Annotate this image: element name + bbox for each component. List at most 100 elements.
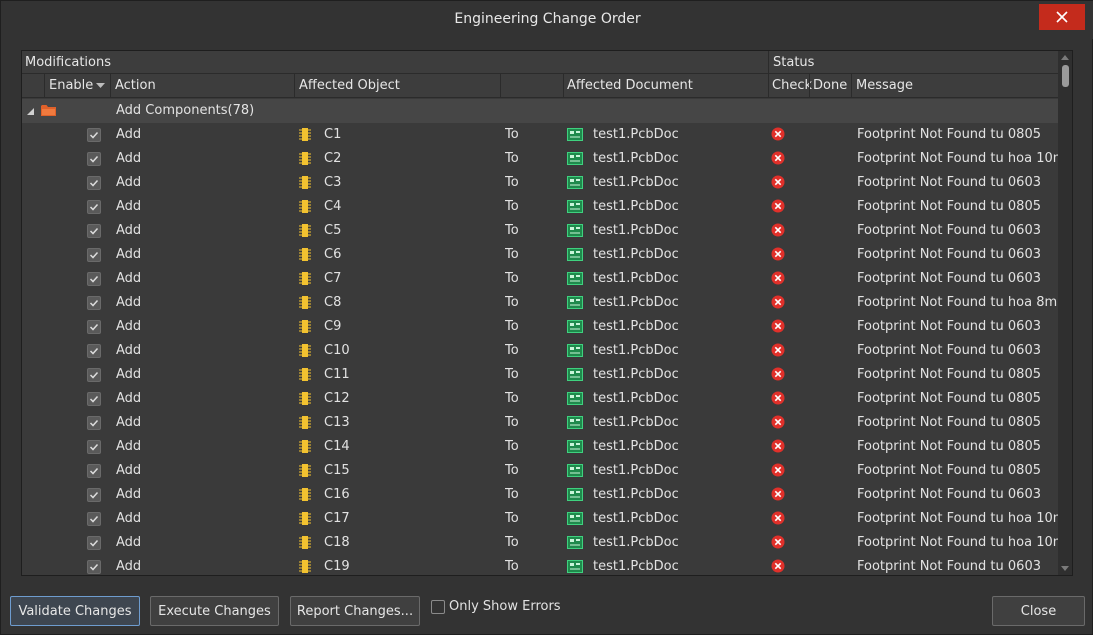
enable-checkbox[interactable]	[87, 152, 101, 166]
pcb-document-icon	[567, 128, 583, 141]
column-enable[interactable]: Enable	[46, 74, 93, 97]
enable-checkbox[interactable]	[87, 416, 101, 430]
table-row[interactable]: Add C1 To test1.PcbDoc Footprint Not Found t…	[22, 123, 1059, 147]
check-icon	[89, 227, 99, 235]
column-action[interactable]: Action	[112, 74, 156, 97]
affected-object-cell: C12	[324, 391, 350, 406]
enable-checkbox[interactable]	[87, 536, 101, 550]
scroll-thumb[interactable]	[1062, 65, 1069, 87]
message-cell: Footprint Not Found tu 0805	[857, 463, 1041, 478]
only-show-errors-checkbox[interactable]	[431, 600, 445, 614]
enable-checkbox[interactable]	[87, 128, 101, 142]
enable-checkbox[interactable]	[87, 344, 101, 358]
to-cell: To	[505, 559, 519, 574]
action-cell: Add	[116, 511, 142, 526]
column-check[interactable]: Check	[769, 74, 812, 97]
group-row-add-components[interactable]: Add Components(78)	[22, 99, 1059, 123]
enable-checkbox[interactable]	[87, 320, 101, 334]
vertical-scrollbar[interactable]	[1058, 51, 1072, 575]
to-cell: To	[505, 127, 519, 142]
column-affected-document[interactable]: Affected Document	[564, 74, 693, 97]
affected-object-cell: C2	[324, 151, 342, 166]
table-row[interactable]: Add C5 To test1.PcbDoc Footprint Not Found t…	[22, 219, 1059, 243]
only-show-errors-label[interactable]: Only Show Errors	[449, 599, 561, 614]
pcb-document-icon	[567, 560, 583, 573]
enable-checkbox[interactable]	[87, 392, 101, 406]
affected-object-cell: C3	[324, 175, 342, 190]
message-cell: Footprint Not Found tu hoa 10m	[857, 511, 1059, 526]
enable-checkbox[interactable]	[87, 560, 101, 574]
pcb-document-icon	[567, 344, 583, 357]
to-cell: To	[505, 175, 519, 190]
table-row[interactable]: Add C11 To test1.PcbDoc Footprint Not Found …	[22, 363, 1059, 387]
pcb-document-icon	[567, 248, 583, 261]
enable-checkbox[interactable]	[87, 368, 101, 382]
pcb-document-icon	[567, 392, 583, 405]
collapse-triangle-icon[interactable]	[27, 108, 34, 115]
enable-checkbox[interactable]	[87, 248, 101, 262]
table-row[interactable]: Add C4 To test1.PcbDoc Footprint Not Found t…	[22, 195, 1059, 219]
enable-checkbox[interactable]	[87, 200, 101, 214]
column-message[interactable]: Message	[853, 74, 913, 97]
enable-checkbox[interactable]	[87, 296, 101, 310]
table-row[interactable]: Add C13 To test1.PcbDoc Footprint Not Found …	[22, 411, 1059, 435]
affected-document-cell: test1.PcbDoc	[593, 295, 679, 310]
scroll-down-icon[interactable]	[1061, 566, 1069, 571]
enable-checkbox[interactable]	[87, 272, 101, 286]
affected-object-cell: C14	[324, 439, 350, 454]
table-row[interactable]: Add C14 To test1.PcbDoc Footprint Not Found …	[22, 435, 1059, 459]
enable-checkbox[interactable]	[87, 440, 101, 454]
scroll-up-icon[interactable]	[1061, 55, 1069, 60]
close-button[interactable]: Close	[992, 596, 1085, 626]
error-icon	[771, 223, 785, 237]
execute-changes-button[interactable]: Execute Changes	[150, 596, 279, 626]
to-cell: To	[505, 511, 519, 526]
error-icon	[771, 295, 785, 309]
check-icon	[89, 155, 99, 163]
table-row[interactable]: Add C8 To test1.PcbDoc Footprint Not Found t…	[22, 291, 1059, 315]
component-icon	[299, 344, 311, 357]
table-row[interactable]: Add C18 To test1.PcbDoc Footprint Not Found …	[22, 531, 1059, 555]
enable-checkbox[interactable]	[87, 176, 101, 190]
action-cell: Add	[116, 367, 142, 382]
pcb-document-icon	[567, 272, 583, 285]
pcb-document-icon	[567, 440, 583, 453]
table-row[interactable]: Add C2 To test1.PcbDoc Footprint Not Found t…	[22, 147, 1059, 171]
close-window-button[interactable]	[1039, 4, 1085, 30]
validate-changes-button[interactable]: Validate Changes	[10, 596, 140, 626]
to-cell: To	[505, 415, 519, 430]
table-row[interactable]: Add C10 To test1.PcbDoc Footprint Not Found …	[22, 339, 1059, 363]
report-changes-button[interactable]: Report Changes...	[290, 596, 420, 626]
message-cell: Footprint Not Found tu 0603	[857, 271, 1041, 286]
column-affected-object[interactable]: Affected Object	[296, 74, 400, 97]
table-row[interactable]: Add C3 To test1.PcbDoc Footprint Not Found t…	[22, 171, 1059, 195]
to-cell: To	[505, 319, 519, 334]
error-icon	[771, 343, 785, 357]
table-row[interactable]: Add C19 To test1.PcbDoc Footprint Not Found …	[22, 555, 1059, 575]
enable-checkbox[interactable]	[87, 224, 101, 238]
table-row[interactable]: Add C7 To test1.PcbDoc Footprint Not Found t…	[22, 267, 1059, 291]
table-row[interactable]: Add C16 To test1.PcbDoc Footprint Not Found …	[22, 483, 1059, 507]
table-row[interactable]: Add C17 To test1.PcbDoc Footprint Not Found …	[22, 507, 1059, 531]
enable-checkbox[interactable]	[87, 512, 101, 526]
table-row[interactable]: Add C12 To test1.PcbDoc Footprint Not Found …	[22, 387, 1059, 411]
component-icon	[299, 320, 311, 333]
check-icon	[89, 563, 99, 571]
action-cell: Add	[116, 175, 142, 190]
affected-object-cell: C11	[324, 367, 350, 382]
affected-document-cell: test1.PcbDoc	[593, 175, 679, 190]
table-row[interactable]: Add C15 To test1.PcbDoc Footprint Not Found …	[22, 459, 1059, 483]
affected-object-cell: C17	[324, 511, 350, 526]
table-row[interactable]: Add C9 To test1.PcbDoc Footprint Not Found t…	[22, 315, 1059, 339]
message-cell: Footprint Not Found tu 0805	[857, 439, 1041, 454]
table-row[interactable]: Add C6 To test1.PcbDoc Footprint Not Found t…	[22, 243, 1059, 267]
filter-dropdown-icon[interactable]	[96, 83, 105, 89]
enable-checkbox[interactable]	[87, 488, 101, 502]
column-done[interactable]: Done	[810, 74, 847, 97]
component-icon	[299, 488, 311, 501]
affected-document-cell: test1.PcbDoc	[593, 439, 679, 454]
enable-checkbox[interactable]	[87, 464, 101, 478]
affected-document-cell: test1.PcbDoc	[593, 319, 679, 334]
message-cell: Footprint Not Found tu 0603	[857, 247, 1041, 262]
action-cell: Add	[116, 391, 142, 406]
